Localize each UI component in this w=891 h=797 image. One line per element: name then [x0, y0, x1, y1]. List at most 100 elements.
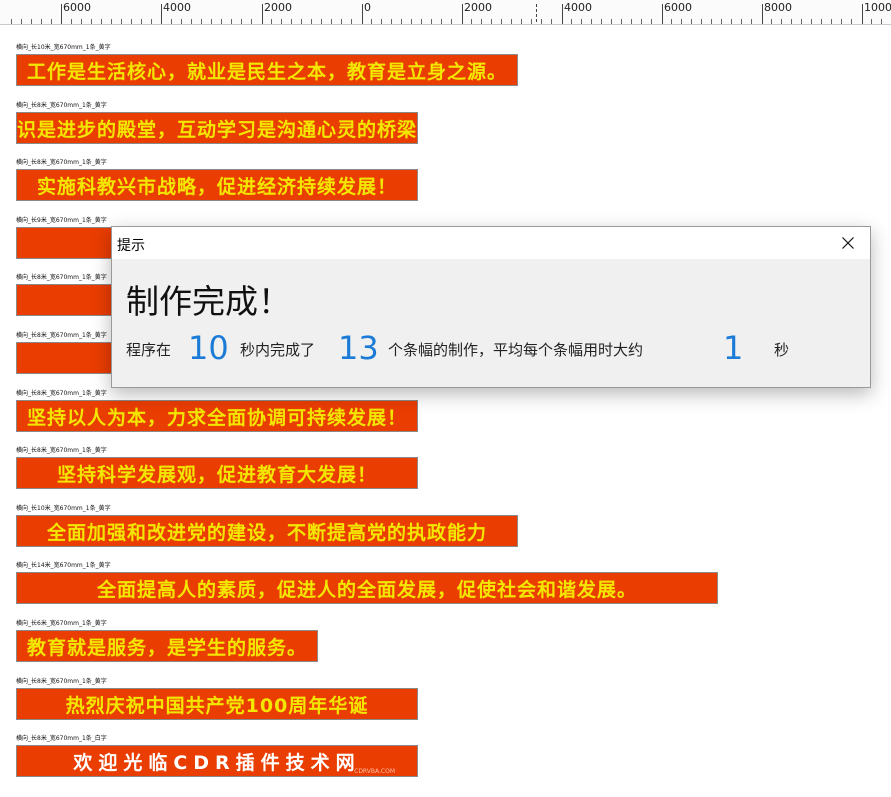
banner-text: 坚持科学发展观，促进教育大发展！	[56, 463, 377, 486]
ruler-minor-tick	[341, 19, 342, 24]
ruler-minor-tick	[441, 19, 442, 24]
banner-item[interactable]: 横向_长8米_宽670mm_1条_黄字 知识是进步的殿堂，互动学习是沟通心灵的桥梁…	[16, 102, 418, 144]
dialog-titlebar[interactable]: 提示	[112, 227, 870, 259]
banner-shape[interactable]: 全面提高人的素质，促进人的全面发展，促使社会和谐发展。	[16, 572, 718, 604]
ruler-minor-tick	[801, 19, 802, 24]
banner-text: 热烈庆祝中国共产党100周年华诞	[65, 694, 369, 717]
ruler-minor-tick	[581, 19, 582, 24]
ruler-minor-tick	[421, 19, 422, 24]
banner-item[interactable]: 横向_长14米_宽670mm_1条_黄字 全面提高人的素质，促进人的全面发展，促使…	[16, 562, 718, 604]
banner-item[interactable]: 横向_长6米_宽670mm_1条_黄字 教育就是服务，是学生的服务。	[16, 620, 318, 662]
ruler-minor-tick	[151, 19, 152, 24]
banner-item[interactable]: 横向_长8米_宽670mm_1条_白字欢迎光临CDR插件技术网 CDRVBA.CO…	[16, 735, 418, 777]
banner-watermark: CDRVBA.COM	[354, 768, 395, 775]
ruler-minor-tick	[131, 19, 132, 24]
ruler-minor-tick	[211, 19, 212, 24]
banner-shape[interactable]: 全面加强和改进党的建设，不断提高党的执政能力	[16, 515, 518, 547]
ruler-minor-tick	[311, 19, 312, 24]
stats-text-average: 个条幅的制作，平均每个条幅用时大约	[388, 341, 644, 359]
ruler-major-tick	[161, 4, 162, 24]
banner-text: 全面加强和改进党的建设，不断提高党的执政能力	[46, 521, 487, 544]
stats-text-prefix: 程序在	[126, 341, 172, 359]
banner-caption: 横向_长8米_宽670mm_1条_黄字	[16, 159, 107, 166]
ruler-minor-tick	[881, 19, 882, 24]
banner-count-value: 13	[338, 329, 379, 367]
banner-text: 实施科教兴市战略，促进经济持续发展！	[36, 175, 397, 198]
stats-line: 程序在 10 秒内完成了 13 个条幅的制作，平均每个条幅用时大约 1 秒	[126, 327, 866, 371]
ruler-minor-tick	[641, 19, 642, 24]
ruler-minor-tick	[451, 19, 452, 24]
close-button[interactable]	[826, 227, 870, 259]
ruler-minor-tick	[271, 19, 272, 24]
banner-shape[interactable]: 坚持科学发展观，促进教育大发展！	[16, 457, 418, 489]
banner-text: 工作是生活核心，就业是民生之本，教育是立身之源。	[26, 60, 507, 83]
ruler-minor-tick	[531, 19, 532, 24]
ruler-label: 6000	[664, 1, 692, 14]
ruler-minor-tick	[821, 19, 822, 24]
banner-shape[interactable]: 工作是生活核心，就业是民生之本，教育是立身之源。	[16, 54, 518, 86]
banner-shape[interactable]: 欢迎光临CDR插件技术网 CDRVBA.COM	[16, 745, 418, 777]
banner-caption: 横向_长8米_宽670mm_1条_黄字	[16, 447, 107, 454]
ruler-minor-tick	[491, 19, 492, 24]
banner-item[interactable]: 横向_长8米_宽670mm_1条_黄字 坚持以人为本，力求全面协调可持续发展！	[16, 390, 418, 432]
banner-item[interactable]: 横向_长10米_宽670mm_1条_黄字工作是生活核心，就业是民生之本，教育是立…	[16, 44, 518, 86]
dialog-title: 提示	[117, 238, 145, 254]
ruler-label: 2000	[264, 1, 292, 14]
banner-text: 教育就是服务，是学生的服务。	[26, 636, 307, 659]
banner-shape[interactable]: 热烈庆祝中国共产党100周年华诞	[16, 688, 418, 720]
ruler-minor-tick	[121, 19, 122, 24]
stats-text-seconds: 秒内完成了	[240, 341, 316, 359]
ruler-minor-tick	[81, 19, 82, 24]
banner-text: 坚持以人为本，力求全面协调可持续发展！	[26, 406, 407, 429]
banner-item[interactable]: 横向_长10米_宽670mm_1条_黄字全面加强和改进党的建设，不断提高党的执政…	[16, 505, 518, 547]
ruler-minor-tick	[741, 19, 742, 24]
ruler-label: 0	[364, 1, 371, 14]
ruler-minor-tick	[721, 19, 722, 24]
drawing-canvas[interactable]: 横向_长10米_宽670mm_1条_黄字工作是生活核心，就业是民生之本，教育是立…	[0, 25, 891, 797]
ruler-minor-tick	[621, 19, 622, 24]
ruler-minor-tick	[321, 19, 322, 24]
ruler-minor-tick	[701, 19, 702, 24]
ruler-minor-tick	[471, 19, 472, 24]
ruler-minor-tick	[651, 19, 652, 24]
ruler-minor-tick	[711, 19, 712, 24]
ruler-minor-tick	[601, 19, 602, 24]
total-seconds-value: 10	[188, 329, 229, 367]
ruler-minor-tick	[521, 19, 522, 24]
ruler-minor-tick	[301, 19, 302, 24]
banner-item[interactable]: 横向_长8米_宽670mm_1条_黄字坚持科学发展观，促进教育大发展！	[16, 447, 418, 489]
ruler-label: 10000	[864, 1, 891, 14]
banner-shape[interactable]: 知识是进步的殿堂，互动学习是沟通心灵的桥梁。	[16, 112, 418, 144]
ruler-label: 4000	[564, 1, 592, 14]
completion-dialog: 提示 制作完成！ 程序在 10 秒内完成了 13 个条幅的制作，平均每个条幅用时…	[111, 226, 871, 388]
ruler-minor-tick	[551, 19, 552, 24]
ruler-minor-tick	[751, 19, 752, 24]
ruler-minor-tick	[811, 19, 812, 24]
banner-item[interactable]: 横向_长8米_宽670mm_1条_黄字 热烈庆祝中国共产党100周年华诞	[16, 678, 418, 720]
banner-text: 知识是进步的殿堂，互动学习是沟通心灵的桥梁。	[16, 118, 418, 141]
ruler-minor-tick	[771, 19, 772, 24]
ruler-minor-tick	[241, 19, 242, 24]
banner-caption: 横向_长10米_宽670mm_1条_黄字	[16, 44, 111, 51]
ruler-minor-tick	[291, 19, 292, 24]
banner-caption: 横向_长8米_宽670mm_1条_白字	[16, 735, 107, 742]
ruler-minor-tick	[231, 19, 232, 24]
banner-shape[interactable]: 教育就是服务，是学生的服务。	[16, 630, 318, 662]
ruler-major-tick	[862, 4, 863, 24]
banner-caption: 横向_长10米_宽670mm_1条_黄字	[16, 505, 111, 512]
ruler-minor-tick	[871, 19, 872, 24]
ruler-label: 2000	[464, 1, 492, 14]
ruler-minor-tick	[541, 19, 542, 24]
banner-item[interactable]: 横向_长8米_宽670mm_1条_黄字实施科教兴市战略，促进经济持续发展！	[16, 159, 418, 201]
ruler-minor-tick	[201, 19, 202, 24]
banner-shape[interactable]: 坚持以人为本，力求全面协调可持续发展！	[16, 400, 418, 432]
ruler-minor-tick	[841, 19, 842, 24]
ruler-major-tick	[61, 4, 62, 24]
banner-shape[interactable]: 实施科教兴市战略，促进经济持续发展！	[16, 169, 418, 201]
ruler-minor-tick	[401, 19, 402, 24]
ruler-minor-tick	[791, 19, 792, 24]
ruler-minor-tick	[21, 19, 22, 24]
ruler-minor-tick	[371, 19, 372, 24]
horizontal-ruler[interactable]: 6000 4000 2000 0 2000 4000 6000 8000 10000	[0, 0, 891, 25]
ruler-minor-tick	[501, 19, 502, 24]
